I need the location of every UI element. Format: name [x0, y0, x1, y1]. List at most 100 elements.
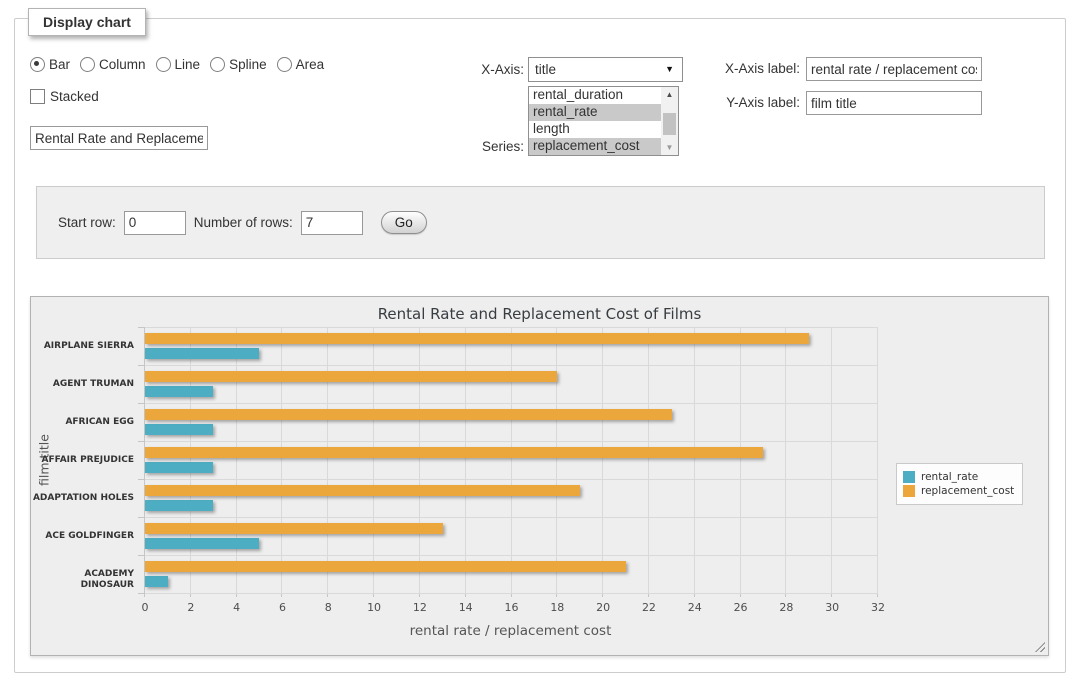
grid-line-v: [740, 327, 741, 593]
x-axis-label-input[interactable]: [806, 57, 982, 81]
bar-replacement_cost: [145, 333, 809, 344]
x-axis-select[interactable]: title ▼: [528, 57, 683, 82]
grid-line-v: [831, 327, 832, 593]
grid-line-v: [373, 327, 374, 593]
chart-type-option-bar[interactable]: Bar: [30, 57, 70, 72]
y-category-label: AGENT TRUMAN: [31, 379, 134, 390]
series-listbox[interactable]: rental_durationrental_ratelengthreplacem…: [528, 86, 679, 156]
legend-item-rental_rate[interactable]: rental_rate: [903, 471, 1014, 483]
y-tick: [138, 517, 144, 518]
grid-line-v: [785, 327, 786, 593]
x-tick-label: 30: [812, 601, 852, 614]
legend-swatch-icon: [903, 485, 915, 497]
grid-line-h: [145, 517, 878, 518]
chart-title: Rental Rate and Replacement Cost of Film…: [31, 305, 1048, 323]
chart-type-label: Column: [99, 57, 146, 72]
grid-line-v: [281, 327, 282, 593]
start-row-input[interactable]: [124, 211, 186, 235]
x-tick-label: 28: [766, 601, 806, 614]
go-button[interactable]: Go: [381, 211, 427, 234]
series-select-label: Series:: [418, 139, 524, 154]
y-category-label: ACE GOLDFINGER: [31, 531, 134, 542]
scroll-up-icon[interactable]: ▲: [661, 87, 678, 102]
grid-line-v: [236, 327, 237, 593]
y-tick: [138, 593, 144, 594]
bar-rental_rate: [145, 348, 259, 359]
radio-icon[interactable]: [156, 57, 171, 72]
chart-type-label: Line: [175, 57, 201, 72]
series-option-rental_rate[interactable]: rental_rate: [529, 104, 661, 121]
y-category-label: ACADEMY DINOSAUR: [31, 569, 134, 591]
chart-type-option-area[interactable]: Area: [277, 57, 325, 72]
bar-replacement_cost: [145, 371, 557, 382]
grid-line-v: [877, 327, 878, 593]
bar-replacement_cost: [145, 523, 443, 534]
grid-line-v: [465, 327, 466, 593]
y-tick: [138, 403, 144, 404]
y-tick: [138, 441, 144, 442]
bar-replacement_cost: [145, 561, 626, 572]
y-axis-label-input[interactable]: [806, 91, 982, 115]
chart-type-option-line[interactable]: Line: [156, 57, 201, 72]
y-category-label: ADAPTATION HOLES: [31, 493, 134, 504]
chart-title-input[interactable]: [30, 126, 208, 150]
grid-line-v: [419, 327, 420, 593]
x-tick-label: 2: [171, 601, 211, 614]
fieldset-legend: Display chart: [28, 8, 146, 36]
x-axis-label-caption: X-Axis label:: [694, 61, 800, 76]
scrollbar-thumb[interactable]: [663, 113, 676, 135]
chevron-down-icon: ▼: [665, 65, 674, 74]
grid-line-h: [145, 403, 878, 404]
x-axis-selected-value: title: [529, 58, 682, 81]
plot-area: 02468101214161820222426283032: [144, 327, 878, 594]
bar-rental_rate: [145, 424, 213, 435]
y-tick: [138, 555, 144, 556]
grid-line-h: [145, 365, 878, 366]
x-tick-label: 4: [217, 601, 257, 614]
num-rows-input[interactable]: [301, 211, 363, 235]
x-axis-select-label: X-Axis:: [418, 62, 524, 77]
chart-type-label: Area: [296, 57, 325, 72]
radio-icon[interactable]: [30, 57, 45, 72]
chart-type-option-spline[interactable]: Spline: [210, 57, 267, 72]
series-option-replacement_cost[interactable]: replacement_cost: [529, 138, 661, 155]
y-category-label: AIRPLANE SIERRA: [31, 341, 134, 352]
grid-line-h: [145, 479, 878, 480]
series-option-rental_duration[interactable]: rental_duration: [529, 87, 661, 104]
scroll-down-icon[interactable]: ▼: [661, 140, 678, 155]
x-tick-label: 24: [675, 601, 715, 614]
chart-type-label: Bar: [49, 57, 70, 72]
bar-replacement_cost: [145, 447, 763, 458]
num-rows-label: Number of rows:: [194, 215, 293, 230]
bar-replacement_cost: [145, 409, 672, 420]
stacked-option[interactable]: Stacked: [30, 89, 99, 104]
grid-line-v: [511, 327, 512, 593]
legend-label: rental_rate: [921, 471, 978, 483]
x-tick-label: 8: [308, 601, 348, 614]
grid-line-v: [327, 327, 328, 593]
bar-rental_rate: [145, 462, 213, 473]
stacked-checkbox[interactable]: [30, 89, 45, 104]
series-options: rental_durationrental_ratelengthreplacem…: [529, 87, 661, 155]
legend-swatch-icon: [903, 471, 915, 483]
resize-handle-icon[interactable]: [1035, 642, 1045, 652]
x-tick-label: 16: [492, 601, 532, 614]
y-category-label: AFFAIR PREJUDICE: [31, 455, 134, 466]
x-tick-label: 22: [629, 601, 669, 614]
legend-item-replacement_cost[interactable]: replacement_cost: [903, 485, 1014, 497]
chart-type-option-column[interactable]: Column: [80, 57, 146, 72]
bar-rental_rate: [145, 500, 213, 511]
grid-line-h: [145, 593, 878, 594]
series-option-length[interactable]: length: [529, 121, 661, 138]
chart-container: Rental Rate and Replacement Cost of Film…: [30, 296, 1049, 656]
radio-icon[interactable]: [80, 57, 95, 72]
x-tick-label: 32: [858, 601, 898, 614]
y-tick: [138, 365, 144, 366]
radio-icon[interactable]: [277, 57, 292, 72]
grid-line-v: [190, 327, 191, 593]
series-scrollbar[interactable]: ▲ ▼: [661, 87, 678, 155]
bar-rental_rate: [145, 576, 168, 587]
x-tick-label: 10: [354, 601, 394, 614]
radio-icon[interactable]: [210, 57, 225, 72]
grid-line-h: [145, 441, 878, 442]
